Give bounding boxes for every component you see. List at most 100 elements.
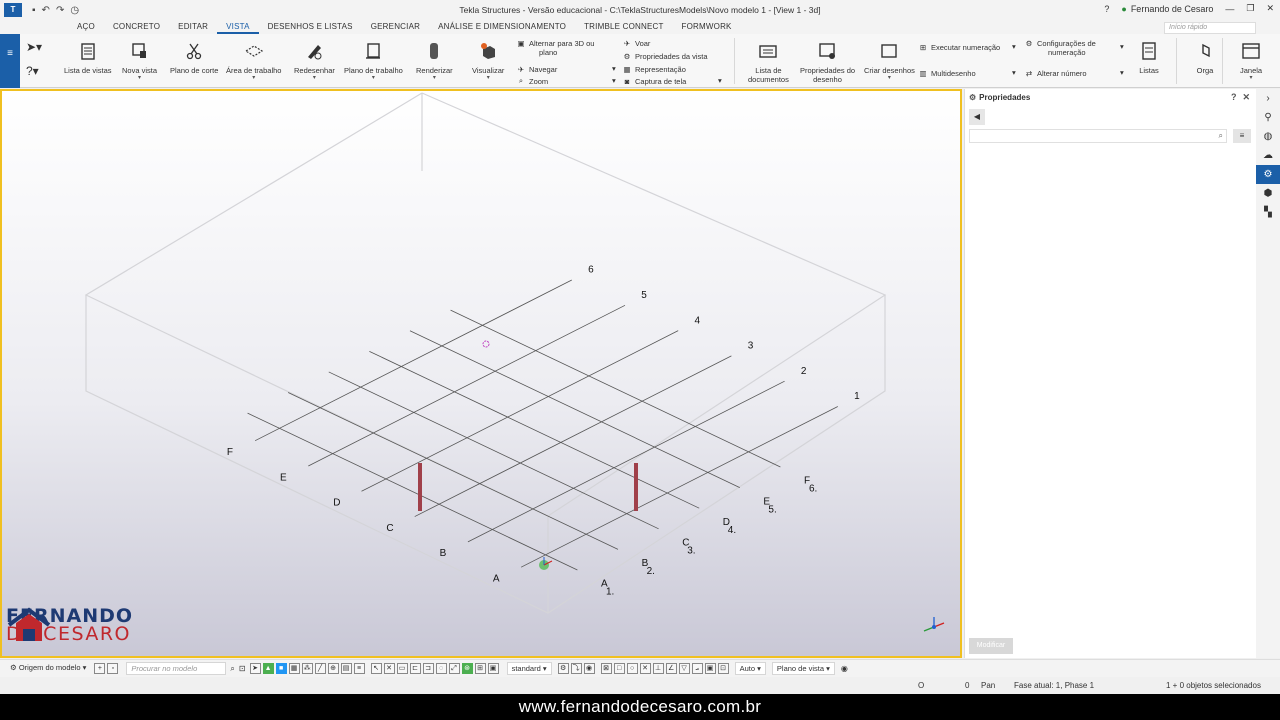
zoom-button[interactable]: ⌕ Zoom [516,76,548,86]
redesenhar-button[interactable]: Redesenhar ▾ [294,40,335,81]
snap-free-icon[interactable]: ◌ [435,663,447,674]
back-arrow-icon[interactable]: ◀ [969,109,985,125]
executar-numeracao-button[interactable]: ⊞ Executar numeração [918,42,1000,52]
janela-button[interactable]: Janela ▾ [1240,40,1262,81]
cross-icon[interactable]: ✕ [639,663,651,674]
area-trabalho-button[interactable]: Área de trabalho ▾ [226,40,281,81]
grid-line-letter[interactable] [409,330,740,488]
snap-end-icon[interactable]: ✕ [383,663,395,674]
cube-icon[interactable]: ⬢ [1256,184,1280,203]
snap-edge-icon[interactable]: ⊏ [409,663,421,674]
triangle-icon[interactable]: ▽ [678,663,690,674]
close-icon[interactable]: ✕ [1242,92,1250,103]
side-menu-icon[interactable]: ≡ [0,34,20,88]
plano-trabalho-button[interactable]: Plano de trabalho ▾ [344,40,403,81]
grid-line-letter[interactable] [287,392,619,550]
tab-formwork[interactable]: FORMWORK [673,20,741,34]
alternar-3d-button[interactable]: ▣ Alternar para 3D ou [516,38,594,48]
add-origin-icon[interactable]: + [94,663,106,674]
grid-line-letter[interactable] [450,309,781,468]
help-icon[interactable]: ? [1104,4,1109,14]
navegar-button[interactable]: ✈ Navegar [516,64,558,74]
rect-icon[interactable]: □ [613,663,625,674]
representacao-button[interactable]: ▦ Representação [622,64,685,74]
model-viewport-3d[interactable]: 1 2 3 4 5 6 A B C D E F A B C D E F 1. 2. 3. 4. 5. 6. [0,89,962,658]
numbering-dropdown-icon[interactable]: ▾ [1012,42,1016,51]
angle-icon[interactable]: ∠ [665,663,677,674]
nova-vista-button[interactable]: Nova vista ▾ [122,40,157,81]
criar-desenhos-button[interactable]: Criar desenhos ▾ [864,40,915,81]
select-arrow-icon[interactable]: ➤▾ [26,40,42,54]
alterar-numero-button[interactable]: ⇄ Alterar número [1024,68,1087,78]
organizer-button[interactable]: Orga [1194,40,1216,75]
representation-dropdown-icon[interactable]: ▾ [612,64,616,73]
properties-gear-icon[interactable]: ⚙ [1256,165,1280,184]
origin-dropdown[interactable]: ⚙ Origem do modelo ▾ [6,662,90,675]
visibility-eye-icon[interactable]: ◉ [841,664,848,673]
search-options-icon[interactable]: ⊡ [239,664,246,673]
search-icon[interactable]: ⌕ [230,664,234,674]
standard-dropdown[interactable]: standard ▾ [506,662,552,675]
snap-active-icon[interactable]: ⊛ [461,663,473,674]
select-parts-icon[interactable]: ▲ [262,663,274,674]
lista-vistas-button[interactable]: Lista de vistas [64,40,112,75]
select-components-icon[interactable]: ⁂ [301,663,313,674]
select-grid-icon[interactable]: ▦ [288,663,300,674]
minimize-icon[interactable]: — [1225,4,1234,14]
chevron-right-icon[interactable]: › [1256,89,1280,108]
redo-icon[interactable]: ↷ [56,5,64,16]
tab-vista[interactable]: VISTA [217,20,259,34]
tab-editar[interactable]: EDITAR [169,20,217,34]
select-objects-icon[interactable]: ■ [275,663,287,674]
auto-dropdown[interactable]: Auto ▾ [734,662,766,675]
box-icon[interactable]: ⊠ [600,663,612,674]
cube-snap-icon[interactable]: ⊡ [717,663,729,674]
multidrawing-dropdown-icon[interactable]: ▾ [1012,68,1016,77]
snap-intersection-icon[interactable]: ⊐ [422,663,434,674]
tekla-logo-icon[interactable]: T [4,3,22,17]
snap-line-icon[interactable]: ⤢ [448,663,460,674]
help-icon[interactable]: ? [1231,92,1237,103]
select-lines-icon[interactable]: ╱ [314,663,326,674]
search-model-input[interactable]: Procurar no modelo [126,662,227,675]
view-group-dropdown-icon[interactable]: ▾ [718,76,722,85]
tab-análise-e-dimensionamento[interactable]: ANÁLISE E DIMENSIONAMENTO [429,20,575,34]
propriedades-vista-button[interactable]: ⚙ Propriedades da vista [622,51,708,61]
grid-line-number[interactable] [361,330,679,492]
concrete-column[interactable] [634,463,638,511]
tab-concreto[interactable]: CONCRETO [104,20,169,34]
quick-launch-input[interactable]: Início rápido [1164,22,1256,34]
propriedades-desenho-button[interactable]: Propriedades do desenho [800,40,855,84]
close-icon[interactable]: ✕ [1266,3,1274,14]
maximize-icon[interactable]: ❐ [1246,3,1254,14]
modify-button[interactable]: Modificar [969,638,1013,654]
tab-aço[interactable]: AÇO [68,20,104,34]
eye-icon[interactable]: ◉ [583,663,595,674]
grid-line-number[interactable] [467,380,785,543]
renderizar-button[interactable]: Renderizar ▾ [416,40,453,81]
captura-tela-button[interactable]: ◙ Captura de tela [622,76,687,86]
undo-icon[interactable]: ↶ [42,5,50,16]
grid-line-number[interactable] [308,304,626,467]
config-dropdown-icon[interactable]: ▾ [1120,42,1124,51]
filter-icon[interactable]: ⚙ [557,663,569,674]
origin-options-icon[interactable]: ▫ [107,663,119,674]
plane-dropdown[interactable]: Plano de vista ▾ [771,662,835,675]
user-account[interactable]: ● Fernando de Cesaro [1121,4,1213,14]
properties-search-input[interactable]: ⌕ [969,129,1227,143]
config-numeracao-button[interactable]: ⚙ Configurações de [1024,38,1096,48]
snap-reference-icon[interactable]: ↖ [370,663,382,674]
select-welds-icon[interactable]: ⊕ [327,663,339,674]
plano-corte-button[interactable]: Plano de corte [170,40,218,75]
settings-link-icon[interactable]: ⚲ [1256,108,1280,127]
globe-icon[interactable]: ◍ [1256,127,1280,146]
components-icon[interactable]: ▚ [1256,203,1280,222]
tab-trimble-connect[interactable]: TRIMBLE CONNECT [575,20,672,34]
snap-plane-icon[interactable]: ▣ [487,663,499,674]
visualizar-button[interactable]: Visualizar ▾ [472,40,504,81]
select-help-icon[interactable]: ?▾ [26,64,39,78]
grid-line-letter[interactable] [328,371,659,530]
select-surface-icon[interactable]: ≡ [353,663,365,674]
pick-icon[interactable]: ⤵ [570,663,582,674]
change-number-dropdown-icon[interactable]: ▾ [1120,68,1124,77]
